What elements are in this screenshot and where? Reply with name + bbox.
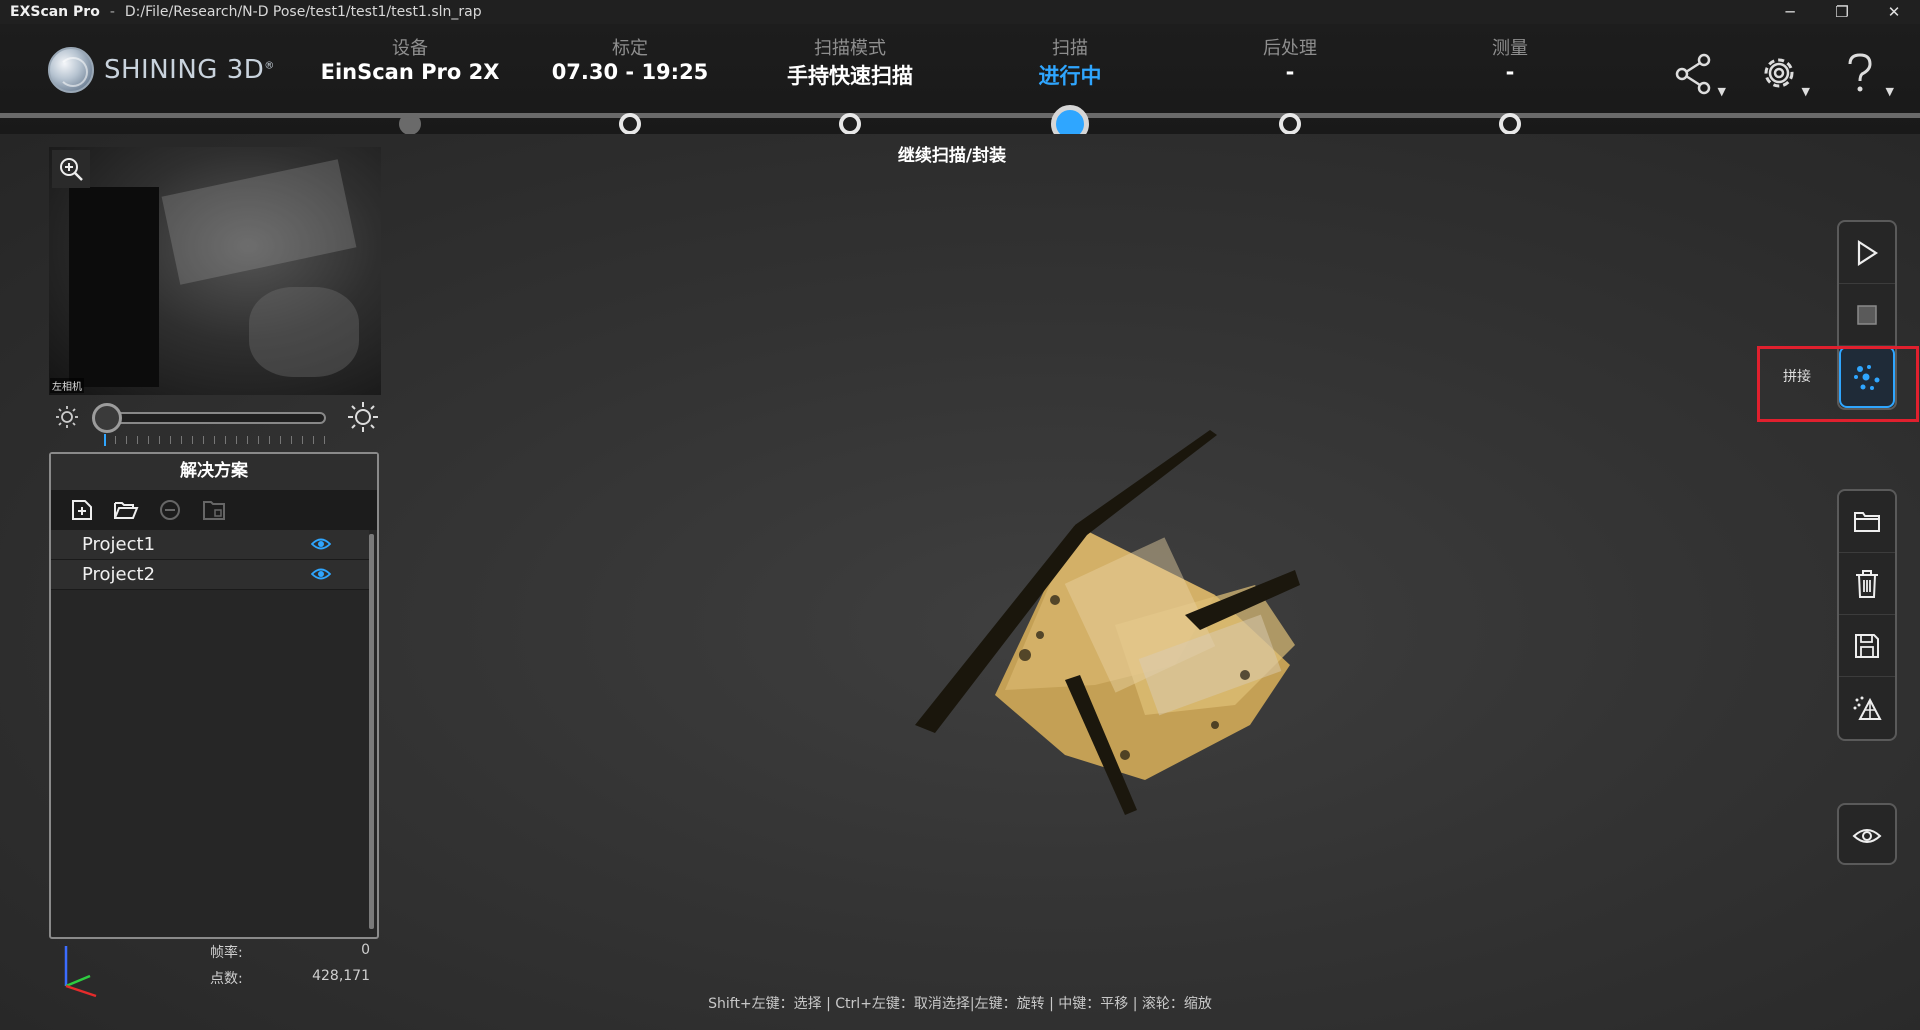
title-separator: - (109, 4, 115, 20)
step-value: 进行中 (1038, 64, 1102, 88)
header-icons: ▼ ▼ ▼ (1674, 52, 1894, 100)
logo-globe-icon (48, 47, 94, 93)
open-project-icon[interactable] (113, 497, 139, 523)
visibility-toolbar (1837, 803, 1897, 865)
delete-button[interactable] (1839, 553, 1895, 615)
step-value: - (1505, 60, 1515, 84)
step-dot (1279, 113, 1301, 135)
window-controls: ─ ❐ ✕ (1764, 0, 1920, 24)
step-label: 测量 (1492, 38, 1528, 59)
play-icon (1857, 239, 1879, 266)
project-name: Project2 (82, 564, 156, 585)
visibility-eye-icon[interactable] (310, 565, 332, 588)
steps-track (0, 113, 1920, 118)
fps-label: 帧率: (210, 945, 243, 961)
step-post-process[interactable]: 后处理 - (1180, 34, 1400, 135)
logo-text: SHINING 3D® (104, 55, 275, 85)
solution-scrollbar[interactable] (369, 534, 374, 929)
dropdown-caret-icon: ▼ (1717, 85, 1726, 98)
step-dot (839, 113, 861, 135)
step-dot (619, 113, 641, 135)
step-scan[interactable]: 扫描 进行中 (960, 34, 1180, 143)
camera-image-region (249, 287, 359, 377)
points-value: 428,171 (312, 968, 370, 984)
close-button[interactable]: ✕ (1868, 0, 1920, 24)
restore-button[interactable]: ❐ (1816, 0, 1868, 24)
project-row[interactable]: Project2 (51, 560, 369, 590)
dropdown-caret-icon: ▼ (1885, 85, 1894, 98)
solution-title: 解决方案 (51, 454, 377, 490)
solution-panel: 解决方案 Project1 Project2 (49, 452, 379, 939)
zoom-in-icon[interactable] (52, 150, 90, 188)
dropdown-caret-icon: ▼ (1801, 85, 1810, 98)
step-value: 手持快速扫描 (787, 64, 913, 88)
camera-label: 左相机 (50, 378, 84, 393)
share-icon[interactable]: ▼ (1674, 52, 1726, 100)
mesh-icon (1853, 696, 1882, 720)
header: SHINING 3D® 设备 EinScan Pro 2X 标定 07.30 -… (0, 24, 1920, 143)
brightness-control (52, 400, 382, 448)
remove-project-icon[interactable] (157, 497, 183, 523)
points-label: 点数: (210, 971, 243, 987)
mesh-button[interactable] (1839, 677, 1895, 739)
step-dot (399, 113, 421, 135)
step-measure[interactable]: 测量 - (1400, 34, 1620, 135)
mouse-hint: Shift+左键：选择 | Ctrl+左键：取消选择|左键：旋转 | 中键：平移… (708, 996, 1212, 1012)
highlight-box (1757, 346, 1919, 422)
fps-row: 帧率: 0 (210, 942, 370, 968)
folder-icon (1854, 511, 1880, 532)
brightness-high-icon (346, 400, 380, 438)
new-project-icon[interactable] (69, 497, 95, 523)
camera-image-region (69, 187, 159, 387)
step-label: 标定 (612, 38, 648, 59)
eye-icon (1852, 829, 1882, 843)
toggle-visibility-button[interactable] (1839, 805, 1895, 863)
brightness-slider-handle[interactable] (92, 403, 122, 433)
stop-icon (1857, 304, 1877, 325)
step-value: - (1285, 60, 1295, 84)
active-step-subtitle-overlay[interactable]: 继续扫描/封装 (852, 141, 1052, 166)
step-value: 07.30 - 19:25 (551, 60, 709, 84)
settings-icon[interactable]: ▼ (1758, 52, 1810, 100)
step-label: 扫描 (1052, 38, 1088, 59)
project-name: Project1 (82, 534, 156, 555)
camera-image-region (161, 159, 357, 285)
stop-button[interactable] (1839, 284, 1895, 346)
step-label: 扫描模式 (814, 38, 886, 59)
step-label: 设备 (392, 38, 428, 59)
help-icon[interactable]: ▼ (1842, 52, 1894, 100)
camera-preview: 左相机 (49, 147, 381, 395)
minimize-button[interactable]: ─ (1764, 0, 1816, 24)
step-value: EinScan Pro 2X (320, 60, 500, 84)
step-device[interactable]: 设备 EinScan Pro 2X (300, 34, 520, 135)
step-calibration[interactable]: 标定 07.30 - 19:25 (520, 34, 740, 135)
play-button[interactable] (1839, 222, 1895, 284)
points-row: 点数: 428,171 (210, 968, 370, 994)
brightness-low-icon (54, 404, 80, 434)
app-name: EXScan Pro (10, 4, 100, 20)
fps-value: 0 (361, 942, 370, 958)
scan-stats: 帧率: 0 点数: 428,171 (210, 942, 370, 994)
step-label: 后处理 (1263, 38, 1317, 59)
project-row[interactable]: Project1 (51, 530, 369, 560)
title-bar: EXScan Pro - D:/File/Research/N-D Pose/t… (0, 0, 1920, 24)
step-dot (1499, 113, 1521, 135)
brightness-ticks (104, 434, 326, 446)
trash-icon (1856, 569, 1878, 598)
scanned-point-cloud[interactable] (915, 425, 1305, 819)
project-folder-icon[interactable] (201, 497, 227, 523)
brightness-slider-track[interactable] (94, 412, 326, 424)
file-path: D:/File/Research/N-D Pose/test1/test1/te… (124, 4, 482, 20)
save-button[interactable] (1839, 615, 1895, 677)
logo: SHINING 3D® (48, 47, 275, 93)
step-scan-mode[interactable]: 扫描模式 手持快速扫描 (740, 34, 960, 135)
visibility-eye-icon[interactable] (310, 535, 332, 558)
save-icon (1855, 633, 1879, 658)
file-toolbar (1837, 489, 1897, 741)
solution-toolbar (51, 490, 377, 530)
open-folder-button[interactable] (1839, 491, 1895, 553)
